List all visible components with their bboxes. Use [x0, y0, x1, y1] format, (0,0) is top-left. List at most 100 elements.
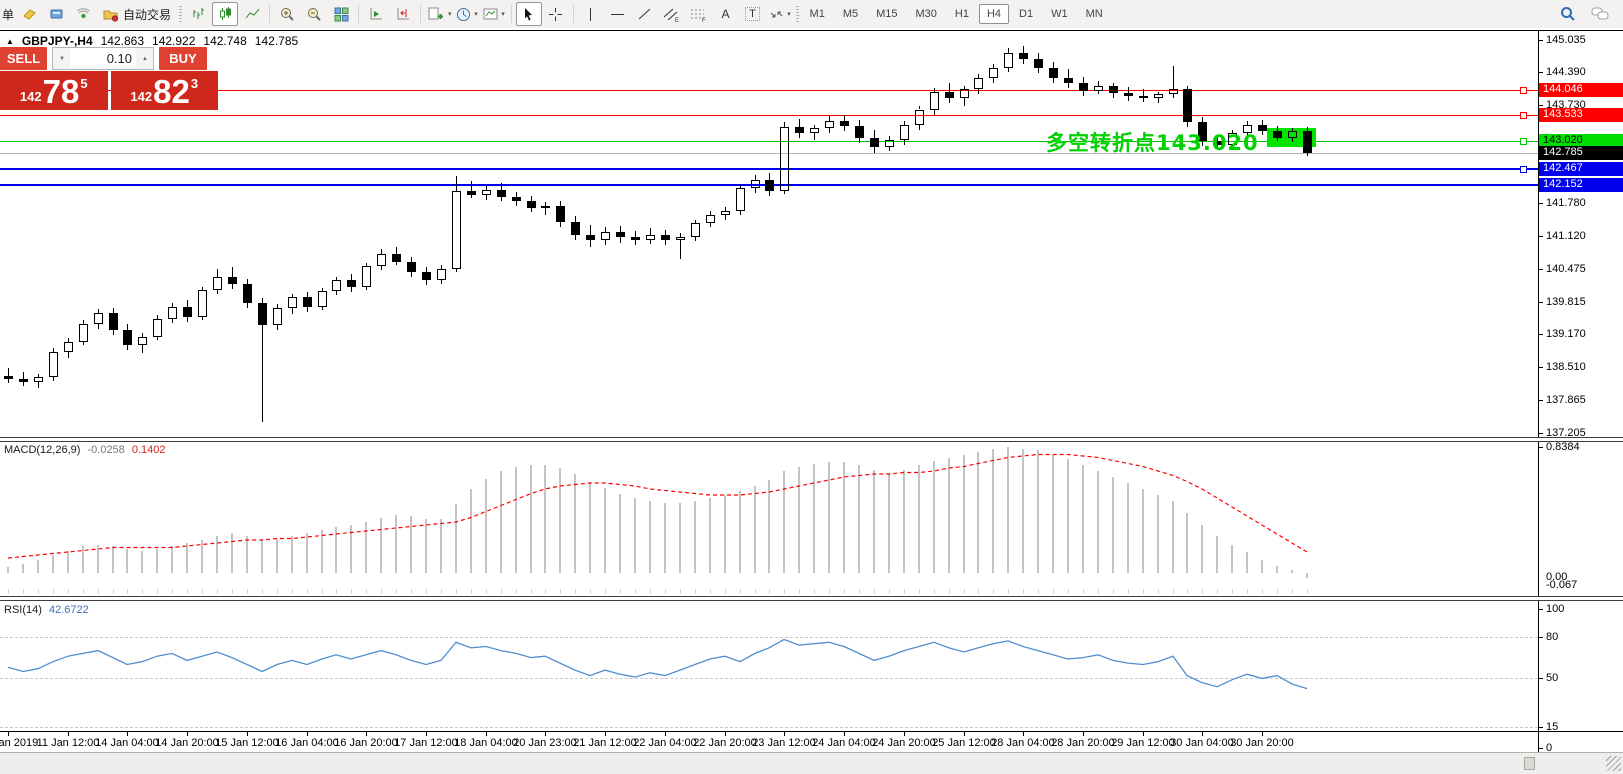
- macd-grid-tick: [1038, 589, 1039, 594]
- vertical-line-tool-icon[interactable]: [578, 2, 604, 26]
- toolbar-grip[interactable]: [796, 6, 799, 22]
- candle-body: [392, 254, 401, 262]
- sell-price-display[interactable]: 142 78 5: [0, 71, 108, 110]
- line-handle[interactable]: [1520, 138, 1527, 145]
- window-resize-grip[interactable]: [1606, 756, 1621, 771]
- macd-grid-tick: [217, 589, 218, 594]
- rsi-panel-splitter[interactable]: [0, 596, 1623, 601]
- macd-grid-tick: [83, 589, 84, 594]
- bar-chart-icon[interactable]: [185, 2, 211, 26]
- macd-grid-tick: [411, 589, 412, 594]
- horizontal-scrollbar[interactable]: [0, 752, 1623, 774]
- macd-grid-tick: [98, 589, 99, 594]
- timeframe-button-M15[interactable]: M15: [868, 4, 905, 24]
- volume-input[interactable]: 0.10: [70, 48, 136, 69]
- horizontal-line-object[interactable]: [0, 90, 1538, 91]
- buy-price-display[interactable]: 142 82 3: [111, 71, 219, 110]
- macd-grid-tick: [1292, 589, 1293, 594]
- trendline-tool-icon[interactable]: [632, 2, 658, 26]
- new-order-icon[interactable]: ▾: [425, 2, 453, 26]
- indicators-clock-icon[interactable]: ▾: [454, 2, 480, 26]
- macd-histogram-bar: [485, 479, 487, 574]
- ohlc-low: 142.748: [203, 34, 246, 48]
- zoom-out-icon[interactable]: [301, 2, 327, 26]
- horizontal-line-object[interactable]: [0, 115, 1538, 116]
- macd-grid-tick: [247, 589, 248, 594]
- candle-wick: [1068, 83, 1069, 88]
- horizontal-line-tool-icon[interactable]: [605, 2, 631, 26]
- timeframe-button-W1[interactable]: W1: [1043, 4, 1076, 24]
- candle-wick: [1008, 68, 1009, 72]
- candle-body: [1183, 89, 1192, 122]
- timeframe-button-D1[interactable]: D1: [1011, 4, 1041, 24]
- templates-icon[interactable]: ▾: [481, 2, 507, 26]
- volume-increase-button[interactable]: ▲: [136, 48, 153, 69]
- search-icon[interactable]: [1555, 2, 1581, 26]
- rsi-name: RSI(14): [4, 604, 42, 616]
- rsi-value: 42.6722: [49, 604, 89, 616]
- macd-histogram-bar: [1082, 465, 1084, 573]
- cursor-icon[interactable]: [516, 2, 542, 26]
- line-handle[interactable]: [1520, 87, 1527, 94]
- macd-panel-splitter[interactable]: [0, 437, 1623, 442]
- chat-icon[interactable]: [1587, 2, 1613, 26]
- time-axis-tick: [187, 732, 188, 736]
- candlestick-chart-icon[interactable]: [212, 2, 238, 26]
- candle-wick: [710, 223, 711, 227]
- one-click-trading-panel: SELL ▼ 0.10 ▲ BUY 142 78 5 142 82 3: [0, 47, 218, 110]
- chart-shift-icon[interactable]: [390, 2, 416, 26]
- macd-histogram-bar: [37, 560, 39, 574]
- autotrade-button[interactable]: 自动交易: [97, 2, 176, 26]
- equidistant-channel-tool-icon[interactable]: E: [659, 2, 685, 26]
- timeframe-button-M30[interactable]: M30: [908, 4, 945, 24]
- macd-histogram-bar: [544, 465, 546, 573]
- crosshair-icon[interactable]: [543, 2, 569, 26]
- candle-body: [945, 92, 954, 98]
- line-chart-icon[interactable]: [239, 2, 265, 26]
- macd-histogram-bar: [1142, 489, 1144, 573]
- candle-body: [527, 201, 536, 208]
- signals-icon[interactable]: [70, 2, 96, 26]
- zoom-in-icon[interactable]: [274, 2, 300, 26]
- macd-grid-tick: [1023, 589, 1024, 594]
- macd-grid-tick: [1277, 589, 1278, 594]
- candle-body: [303, 297, 312, 307]
- timeframe-button-H1[interactable]: H1: [947, 4, 977, 24]
- time-axis-tick: [545, 732, 546, 736]
- buy-button[interactable]: BUY: [159, 47, 207, 70]
- account-icon[interactable]: [43, 2, 69, 26]
- macd-signal-value: 0.1402: [132, 444, 166, 456]
- sell-button[interactable]: SELL: [0, 47, 47, 70]
- candle-wick: [1292, 138, 1293, 142]
- collapse-panel-arrow-icon[interactable]: ▲: [6, 37, 14, 46]
- text-label-tool-icon[interactable]: T: [740, 2, 766, 26]
- candle-wick: [336, 291, 337, 296]
- auto-scroll-icon[interactable]: [363, 2, 389, 26]
- candle-wick: [1158, 98, 1159, 103]
- timeframe-button-H4[interactable]: H4: [979, 4, 1009, 24]
- line-handle[interactable]: [1520, 112, 1527, 119]
- rsi-axis-tick: [1538, 727, 1543, 728]
- tile-windows-icon[interactable]: [328, 2, 354, 26]
- macd-grid-tick: [1068, 589, 1069, 594]
- orders-label[interactable]: 单: [2, 6, 15, 23]
- macd-histogram-bar: [888, 473, 890, 574]
- journal-icon[interactable]: [16, 2, 42, 26]
- text-tool-icon[interactable]: A: [713, 2, 739, 26]
- chart-text-annotation[interactable]: 多空转折点143.020: [1046, 127, 1259, 157]
- timeframe-button-M1[interactable]: M1: [802, 4, 833, 24]
- volume-decrease-button[interactable]: ▼: [53, 48, 70, 69]
- timeframe-button-MN[interactable]: MN: [1078, 4, 1111, 24]
- fibonacci-tool-icon[interactable]: F: [686, 2, 712, 26]
- candle-body: [1094, 86, 1103, 91]
- macd-grid-tick: [292, 589, 293, 594]
- macd-histogram-bar: [679, 503, 681, 574]
- candle-body: [4, 376, 13, 380]
- scrollbar-thumb[interactable]: [1524, 757, 1535, 770]
- arrows-tool-icon[interactable]: ▾: [767, 2, 793, 26]
- horizontal-line-object[interactable]: [0, 168, 1538, 170]
- timeframe-button-M5[interactable]: M5: [835, 4, 866, 24]
- line-handle[interactable]: [1520, 166, 1527, 173]
- toolbar-grip[interactable]: [179, 6, 182, 22]
- macd-grid-tick: [501, 589, 502, 594]
